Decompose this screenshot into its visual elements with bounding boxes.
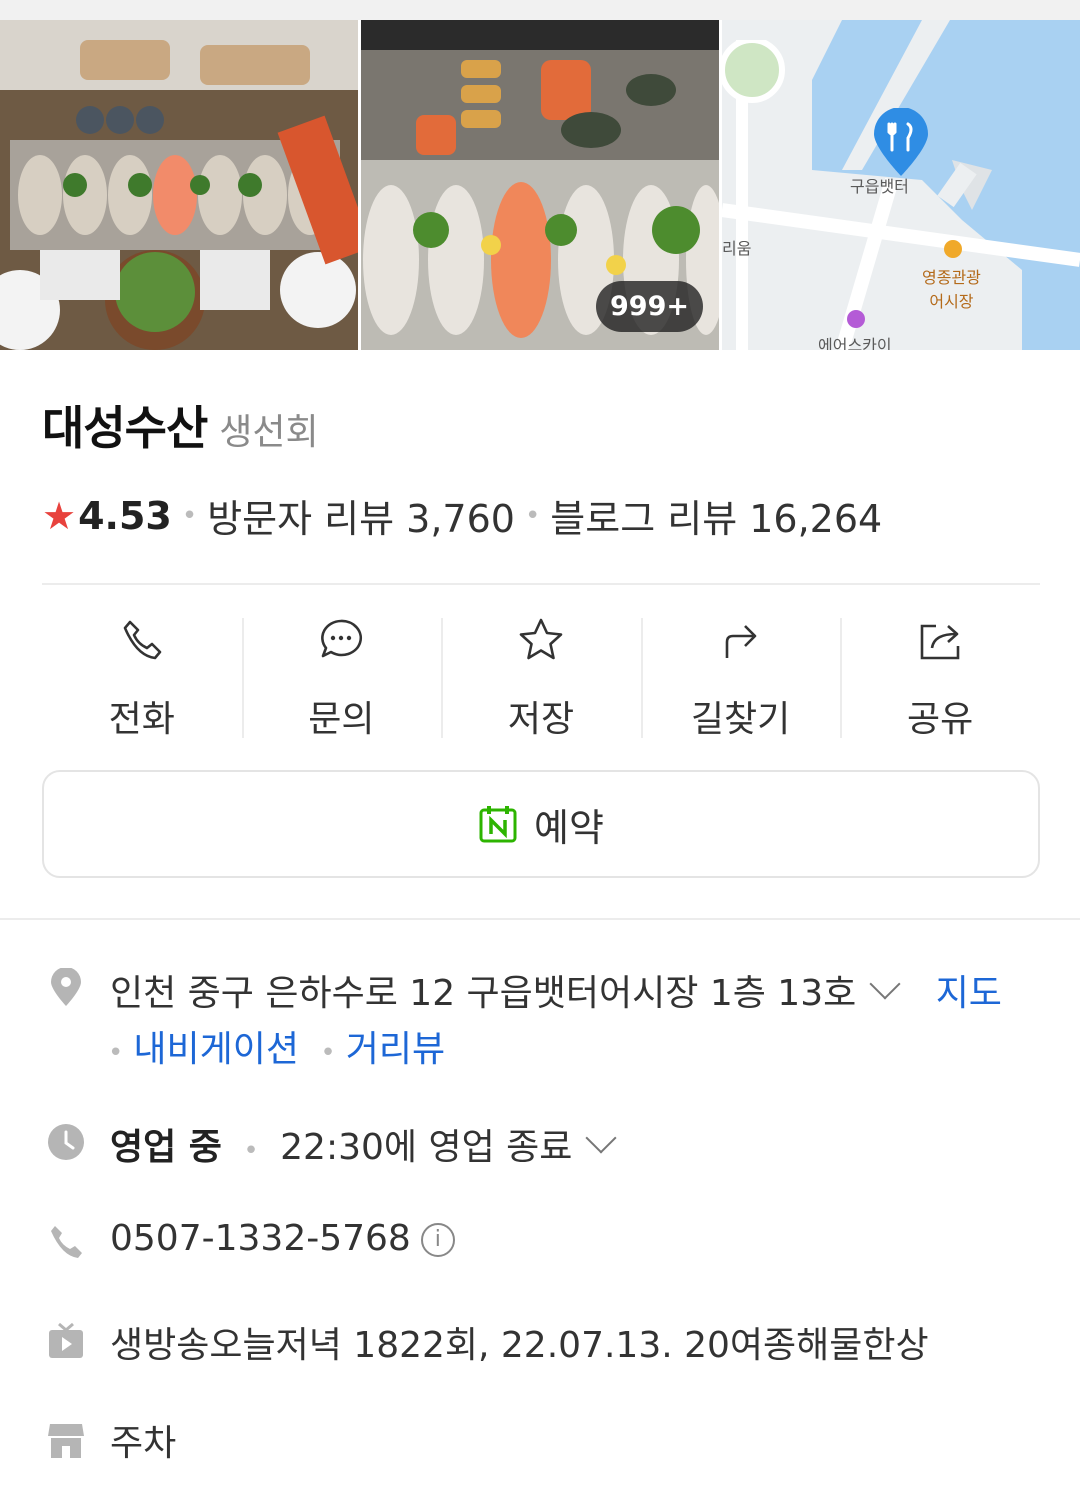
reserve-button[interactable]: 예약 [42,770,1040,878]
save-button[interactable]: 저장 [441,600,641,750]
info-icon[interactable]: i [420,1223,455,1257]
star-icon [519,618,563,660]
inquiry-button[interactable]: 문의 [241,600,442,750]
location-pin-icon [51,968,81,1006]
place-category: 생선회 [219,412,319,453]
photo-1[interactable] [0,20,358,350]
sky-poi-icon [847,310,865,328]
market-poi-icon [944,240,962,258]
section-divider [0,918,1080,920]
chat-icon [321,619,363,658]
reserve-label: 예약 [534,805,604,850]
save-label: 저장 [507,699,575,740]
title-row: 대성수산 생선회 [42,392,319,458]
separator-dot: • [181,500,198,531]
separator-dot: • [243,1136,259,1166]
map-pin-icon [870,108,932,178]
call-button[interactable]: 전화 [42,600,242,750]
closing-time: 22:30에 영업 종료 [280,1127,573,1168]
share-button[interactable]: 공유 [840,600,1040,750]
call-label: 전화 [108,699,175,740]
map-label-left: 리움 [722,239,752,258]
separator-dot: • [108,1038,124,1068]
map-label-market: 영종관광 어시장 [922,268,981,311]
status-strip [0,0,1080,20]
divider [42,583,1040,585]
naver-calendar-icon [479,806,517,843]
rating-score: 4.53 [78,493,172,538]
blog-reviews-link[interactable]: 블로그 리뷰 16,264 [550,488,882,543]
visitor-reviews-link[interactable]: 방문자 리뷰 3,760 [207,488,515,543]
separator-dot: • [524,500,541,531]
directions-icon [725,625,756,658]
photo-count-badge[interactable]: 999+ [596,281,703,332]
phone-icon [123,620,162,660]
rating-row: ★ 4.53 • 방문자 리뷰 3,760 • 블로그 리뷰 16,264 [42,488,882,543]
rating-star-icon: ★ [42,493,77,538]
address-text[interactable]: 인천 중구 은하수로 12 구읍뱃터어시장 1층 13호 [110,973,856,1014]
chevron-down-icon[interactable] [869,968,901,1000]
photo-gallery: 999+ 구읍뱃터 리움 영종관광 어시장 에어스카이 [0,20,1080,350]
map-thumbnail[interactable]: 구읍뱃터 리움 영종관광 어시장 에어스카이 [722,20,1080,350]
map-label-sky: 에어스카이 [818,336,892,350]
map-link[interactable]: 지도 [936,973,1002,1014]
inquiry-label: 문의 [308,699,375,740]
clock-icon [48,1124,84,1160]
tv-appearance: 생방송오늘저녁 1822회, 22.07.13. 20여종해물한상 [110,1325,929,1366]
separator-dot: • [320,1038,336,1068]
phone-icon [51,1226,82,1258]
photo-2[interactable]: 999+ [361,20,719,350]
map-pin-label: 구읍뱃터 [850,177,909,196]
parking-text: 주차 [110,1423,177,1464]
tv-icon [49,1322,83,1358]
action-bar: 전화 문의 저장 길찾기 공유 [42,600,1040,750]
open-status: 영업 중 [110,1127,222,1168]
navigation-link[interactable]: 내비게이션 [133,1029,299,1070]
street-view-link[interactable]: 거리뷰 [346,1029,445,1070]
share-icon [920,624,960,660]
directions-button[interactable]: 길찾기 [640,600,841,750]
share-label: 공유 [907,699,974,740]
directions-label: 길찾기 [690,699,791,740]
place-name: 대성수산 [42,401,208,455]
store-icon [48,1424,84,1458]
phone-number[interactable]: 0507-1332-5768 [110,1218,411,1259]
chevron-down-icon[interactable] [585,1122,617,1154]
